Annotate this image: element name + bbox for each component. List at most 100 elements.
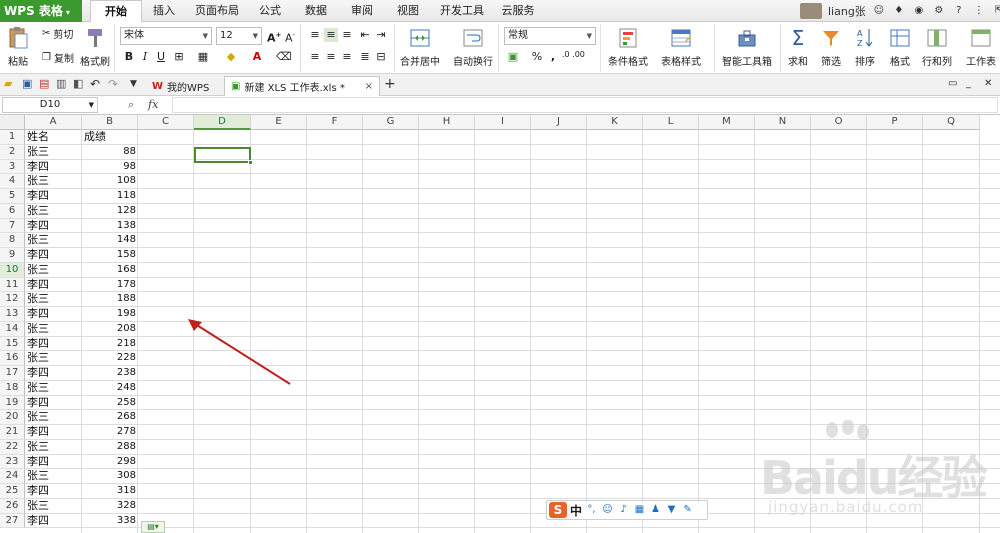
cell-name[interactable]: 李四 <box>27 337 82 352</box>
menu-tab-7[interactable]: 开发工具 <box>432 0 492 22</box>
cell-name[interactable]: 李四 <box>27 514 82 529</box>
cell-score[interactable]: 198 <box>82 307 137 322</box>
cell-score[interactable]: 138 <box>82 219 137 234</box>
column-header-E[interactable]: E <box>251 115 307 130</box>
cell-score[interactable]: 128 <box>82 204 137 219</box>
paste-button[interactable]: 粘贴 <box>6 26 30 68</box>
format-painter-button[interactable]: 格式刷 <box>80 26 110 68</box>
menu-tab-5[interactable]: 审阅 <box>340 0 384 22</box>
table-style-button[interactable]: 表格样式 <box>661 26 701 68</box>
row-col-button[interactable]: 行和列 <box>922 26 952 68</box>
column-header-O[interactable]: O <box>811 115 867 130</box>
row-header[interactable]: 15 <box>0 336 25 352</box>
border-icon[interactable]: ⊞ <box>172 50 186 64</box>
cell-score[interactable]: 328 <box>82 499 137 514</box>
smart-toolbox-button[interactable]: 智能工具箱 <box>722 26 772 68</box>
row-header[interactable]: 7 <box>0 218 25 234</box>
row-header[interactable]: 27 <box>0 513 25 529</box>
row-header[interactable]: 9 <box>0 248 25 263</box>
cell-name[interactable]: 张三 <box>27 322 82 337</box>
minimize-ribbon-icon[interactable]: ⋮ <box>972 4 986 18</box>
row-header[interactable]: 19 <box>0 395 25 411</box>
row-header[interactable]: 25 <box>0 484 25 499</box>
worksheet-button[interactable]: 工作表 <box>966 26 996 68</box>
underline-button[interactable]: U <box>154 50 168 64</box>
cell-score[interactable]: 158 <box>82 248 137 263</box>
row-header[interactable]: 6 <box>0 203 25 219</box>
column-header-D[interactable]: D <box>194 115 251 130</box>
clear-format-icon[interactable]: ⌫ <box>276 50 292 64</box>
cell-name[interactable]: 李四 <box>27 455 82 470</box>
customize-qa-icon[interactable]: ▼ <box>130 78 142 90</box>
skin-icon[interactable]: ♦ <box>892 4 906 18</box>
skin-shirt-icon[interactable]: ▼ <box>665 503 678 517</box>
cell-score[interactable]: 98 <box>82 160 137 175</box>
wrap-text-button[interactable]: 自动换行 <box>453 26 493 68</box>
font-color-icon[interactable]: A <box>250 50 264 64</box>
column-header-A[interactable]: A <box>25 115 82 130</box>
doc-tab-1[interactable]: ▣ 新建 XLS 工作表.xls * × <box>224 76 380 96</box>
column-header-L[interactable]: L <box>643 115 699 130</box>
menu-tab-2[interactable]: 页面布局 <box>186 0 248 22</box>
print-icon[interactable]: ▥ <box>56 78 68 90</box>
fill-handle[interactable] <box>248 160 253 166</box>
open-folder-icon[interactable]: ▰ <box>4 78 16 90</box>
number-format-select[interactable]: 常规 ▼ <box>504 27 596 45</box>
sum-button[interactable]: Σ 求和 <box>786 26 810 68</box>
cell-score[interactable]: 278 <box>82 425 137 440</box>
align-bottom-icon[interactable]: ≡ <box>340 28 354 42</box>
cell-name[interactable]: 张三 <box>27 440 82 455</box>
selected-cell-cursor[interactable] <box>194 146 253 166</box>
currency-icon[interactable]: ▣ <box>506 50 520 64</box>
cell-name[interactable]: 李四 <box>27 396 82 411</box>
justify-icon[interactable]: ≣ <box>358 50 372 64</box>
cell-name[interactable]: 李四 <box>27 189 82 204</box>
row-header[interactable]: 18 <box>0 380 25 396</box>
italic-button[interactable]: I <box>138 50 152 64</box>
redo-icon[interactable]: ↷ <box>108 78 120 90</box>
font-size-select[interactable]: 12 ▼ <box>216 27 262 45</box>
cell-score[interactable]: 178 <box>82 278 137 293</box>
cell-name[interactable]: 张三 <box>27 204 82 219</box>
row-header[interactable]: 17 <box>0 366 25 381</box>
restore-icon[interactable]: ⇱ <box>992 4 1000 18</box>
cell-score[interactable]: 318 <box>82 484 137 499</box>
font-shrink-icon[interactable]: A- <box>283 28 297 45</box>
cell-name[interactable]: 张三 <box>27 263 82 278</box>
column-header-J[interactable]: J <box>531 115 587 130</box>
menu-tab-3[interactable]: 公式 <box>248 0 292 22</box>
menu-tab-0[interactable]: 开始 <box>90 0 142 23</box>
close-doc-icon[interactable]: ✕ <box>984 78 996 90</box>
align-top-icon[interactable]: ≡ <box>308 28 322 42</box>
minimize-window-icon[interactable]: _ <box>966 78 978 90</box>
row-header[interactable]: 5 <box>0 189 25 204</box>
cell-score[interactable]: 308 <box>82 469 137 484</box>
fill-color-icon[interactable]: ◆ <box>224 50 238 64</box>
row-header[interactable]: 8 <box>0 233 25 248</box>
name-box[interactable]: D10 ▼ <box>2 97 98 113</box>
row-header[interactable]: 12 <box>0 292 25 307</box>
cell-score[interactable]: 248 <box>82 381 137 396</box>
row-header[interactable]: 16 <box>0 351 25 366</box>
menu-tab-8[interactable]: 云服务 <box>492 0 544 22</box>
row-header[interactable]: 3 <box>0 159 25 175</box>
cell-score[interactable]: 208 <box>82 322 137 337</box>
cell-name[interactable]: 张三 <box>27 410 82 425</box>
conditional-format-button[interactable]: 条件格式 <box>608 26 648 68</box>
cell-name[interactable]: 李四 <box>27 219 82 234</box>
user-icon[interactable]: ♟ <box>649 503 662 517</box>
zoom-search-icon[interactable]: ⌕ <box>128 98 134 112</box>
row-header[interactable]: 22 <box>0 439 25 455</box>
copy-button[interactable]: ❐ 复制 <box>42 50 74 65</box>
cell-score[interactable]: 188 <box>82 292 137 307</box>
ime-punctuation-toggle[interactable]: °, <box>585 503 598 517</box>
cell-name[interactable]: 李四 <box>27 484 82 499</box>
formula-input[interactable] <box>172 97 998 113</box>
cell-score[interactable]: 118 <box>82 189 137 204</box>
select-all-corner[interactable] <box>0 115 25 130</box>
cell-score[interactable]: 298 <box>82 455 137 470</box>
menu-tab-4[interactable]: 数据 <box>292 0 340 22</box>
column-header-K[interactable]: K <box>587 115 643 130</box>
keyboard-icon[interactable]: ▦ <box>633 503 646 517</box>
cell-name[interactable]: 姓名 <box>27 130 82 145</box>
